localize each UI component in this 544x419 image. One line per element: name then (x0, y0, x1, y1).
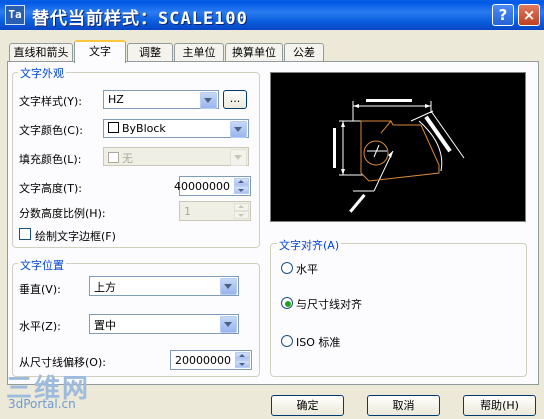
text-alignment-legend: 文字对齐(A) (277, 237, 342, 253)
color-swatch-icon (108, 122, 119, 133)
text-placement-legend: 文字位置 (18, 257, 66, 273)
chevron-down-icon[interactable] (220, 316, 237, 333)
align-iso-label[interactable]: ISO 标准 (296, 334, 340, 350)
dimension-preview (270, 72, 526, 222)
horizontal-select[interactable]: 置中 (89, 314, 239, 334)
close-icon[interactable]: × (518, 4, 540, 26)
fill-color-label: 填充颜色(L): (19, 153, 82, 166)
chevron-down-icon[interactable] (230, 149, 247, 166)
tab-alternate-units[interactable]: 换算单位 (225, 43, 283, 61)
watermark-site: 3dPortal.cn (8, 397, 76, 411)
text-height-value: 40000000 (174, 180, 230, 193)
align-horizontal-radio[interactable] (281, 262, 293, 274)
offset-value: 20000000 (175, 354, 231, 367)
text-style-select[interactable]: HZ (103, 90, 219, 109)
preview-text-top (366, 99, 412, 102)
fill-color-value: 无 (122, 152, 133, 165)
text-height-stepper[interactable]: 40000000 (174, 176, 251, 196)
fraction-height-stepper[interactable]: 1 (179, 201, 251, 221)
align-with-dimline-label[interactable]: 与尺寸线对齐 (296, 296, 362, 312)
color-swatch-icon (108, 152, 119, 163)
tab-tolerances[interactable]: 公差 (284, 43, 324, 61)
horizontal-value: 置中 (94, 319, 116, 332)
spin-down-icon[interactable] (234, 186, 249, 194)
text-color-value: ByBlock (122, 122, 166, 135)
preview-text-left (333, 128, 336, 168)
chevron-down-icon[interactable] (230, 121, 247, 138)
vertical-value: 上方 (94, 281, 116, 294)
text-style-browse-button[interactable]: ... (223, 90, 247, 109)
text-appearance-legend: 文字外观 (18, 65, 66, 81)
help-icon[interactable]: ? (492, 4, 514, 26)
vertical-label: 垂直(V): (19, 283, 61, 296)
window-title: 替代当前样式：SCALE100 (32, 9, 248, 29)
fraction-height-value: 1 (184, 205, 191, 218)
horizontal-label: 水平(Z): (19, 320, 61, 333)
chevron-down-icon[interactable] (220, 278, 237, 295)
help-button[interactable]: 帮助(H) (463, 395, 536, 416)
align-iso-radio[interactable] (281, 335, 293, 347)
tab-lines-arrows[interactable]: 直线和箭头 (9, 43, 73, 61)
tab-primary-units[interactable]: 主单位 (174, 43, 224, 61)
text-style-label: 文字样式(Y): (19, 95, 83, 108)
spin-up-icon[interactable] (235, 352, 250, 360)
preview-text-leader (349, 193, 366, 213)
cancel-button[interactable]: 取消 (367, 395, 440, 416)
spin-down-icon[interactable] (235, 360, 250, 368)
spin-down-icon[interactable] (234, 211, 249, 219)
text-height-label: 文字高度(T): (19, 182, 83, 195)
text-color-label: 文字颜色(C): (19, 124, 83, 137)
tab-text[interactable]: 文字 (74, 40, 126, 63)
offset-stepper[interactable]: 20000000 (170, 350, 252, 370)
text-color-select[interactable]: ByBlock (103, 119, 249, 138)
align-with-dimline-radio[interactable] (281, 297, 293, 309)
tab-fit[interactable]: 调整 (127, 43, 173, 61)
app-icon: Ta (5, 5, 25, 25)
text-frame-checkbox[interactable] (19, 228, 31, 240)
spin-up-icon[interactable] (234, 178, 249, 186)
vertical-select[interactable]: 上方 (89, 276, 239, 296)
fill-color-select[interactable]: 无 (103, 147, 249, 166)
text-frame-label[interactable]: 绘制文字边框(F) (35, 228, 116, 244)
ok-button[interactable]: 确定 (271, 395, 344, 416)
preview-drawing (333, 99, 465, 213)
spin-up-icon[interactable] (234, 203, 249, 211)
chevron-down-icon[interactable] (200, 92, 217, 109)
text-style-value: HZ (108, 93, 124, 106)
fraction-height-label: 分数高度比例(H): (19, 207, 106, 220)
align-horizontal-label[interactable]: 水平 (296, 261, 318, 277)
